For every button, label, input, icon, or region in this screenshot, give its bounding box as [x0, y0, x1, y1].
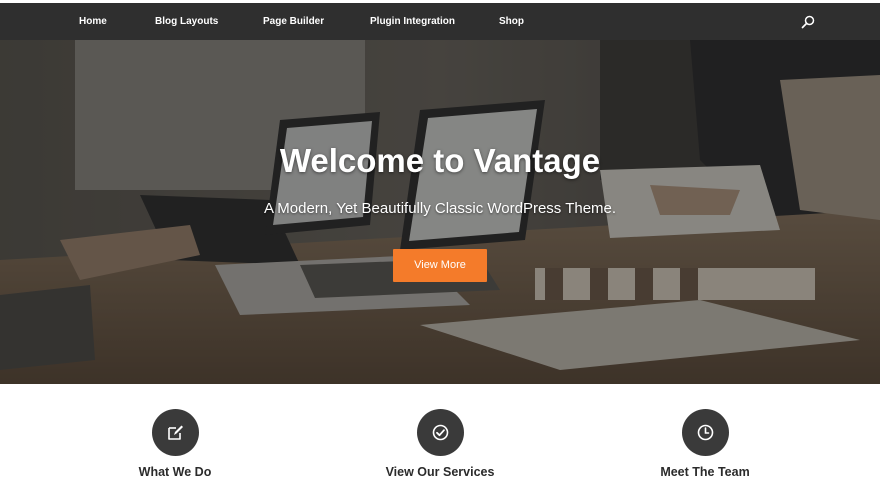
main-navigation: Home Blog Layouts Page Builder Plugin In… — [0, 3, 880, 40]
edit-icon — [168, 425, 183, 440]
feature-icon-circle[interactable] — [417, 409, 464, 456]
hero-subtitle: A Modern, Yet Beautifully Classic WordPr… — [263, 200, 617, 217]
feature-title[interactable]: Meet The Team — [605, 465, 805, 479]
nav-item-blog-layouts[interactable]: Blog Layouts — [155, 3, 218, 40]
feature-icon-circle[interactable] — [682, 409, 729, 456]
feature-view-our-services: View Our Services — [340, 384, 540, 480]
hero-banner: Welcome to Vantage A Modern, Yet Beautif… — [0, 40, 880, 384]
clock-icon — [697, 424, 714, 441]
hero-title: Welcome to Vantage — [279, 142, 601, 179]
features-section: What We Do View Our Services Meet The Te… — [0, 384, 880, 480]
feature-icon-circle[interactable] — [152, 409, 199, 456]
feature-what-we-do: What We Do — [75, 384, 275, 480]
nav-item-shop[interactable]: Shop — [499, 3, 524, 40]
feature-title[interactable]: View Our Services — [340, 465, 540, 479]
nav-item-plugin-integration[interactable]: Plugin Integration — [370, 3, 455, 40]
nav-item-home[interactable]: Home — [79, 3, 107, 40]
view-more-button[interactable]: View More — [393, 249, 487, 282]
feature-meet-the-team: Meet The Team — [605, 384, 805, 480]
feature-title[interactable]: What We Do — [75, 465, 275, 479]
nav-item-page-builder[interactable]: Page Builder — [263, 3, 324, 40]
search-icon[interactable] — [800, 14, 816, 30]
check-circle-icon — [432, 424, 449, 441]
